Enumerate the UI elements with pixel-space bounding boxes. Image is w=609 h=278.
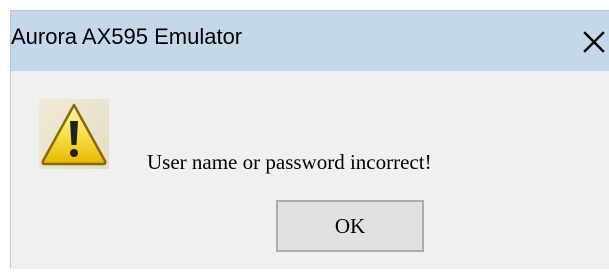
error-dialog: Aurora AX595 Emulator User name or passw… (0, 0, 609, 278)
close-icon (583, 31, 605, 53)
ok-button-label: OK (334, 213, 366, 238)
dialog-window: Aurora AX595 Emulator User name or passw… (10, 10, 609, 269)
title-bar[interactable]: Aurora AX595 Emulator (11, 11, 609, 71)
window-title: Aurora AX595 Emulator (11, 24, 243, 49)
dialog-body: User name or password incorrect! OK (11, 71, 609, 269)
error-message: User name or password incorrect! (147, 150, 432, 174)
ok-button[interactable]: OK (276, 200, 424, 252)
close-button[interactable] (579, 25, 609, 59)
warning-icon (39, 99, 109, 169)
